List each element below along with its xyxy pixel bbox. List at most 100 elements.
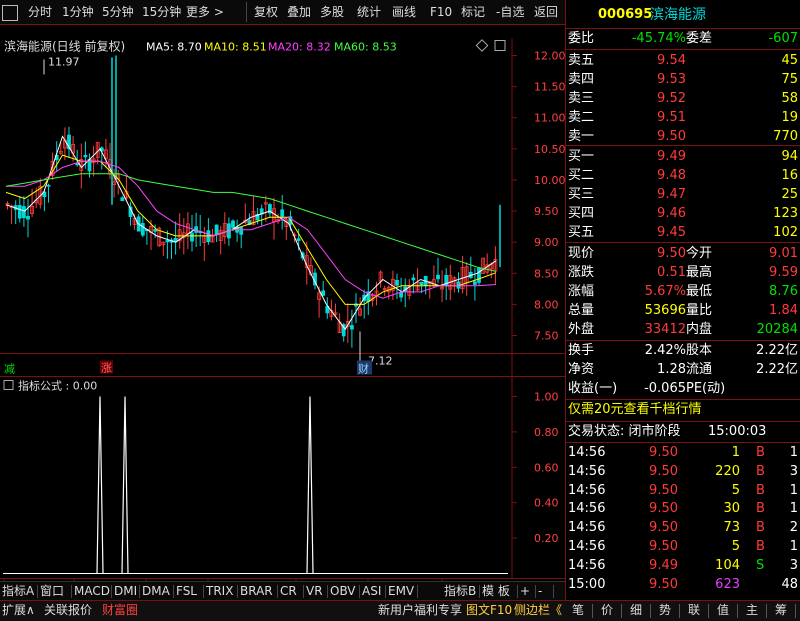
bottom-mid-link[interactable]: 图文F10 [466, 602, 512, 619]
tick-price: 9.50 [649, 539, 678, 554]
tick-price: 9.50 [649, 445, 678, 460]
indicator-tab[interactable]: 窗口 [40, 583, 64, 600]
candle-body [83, 154, 88, 158]
candle-body [120, 197, 125, 202]
duogu-button[interactable]: 多股 [320, 3, 344, 21]
stat-value: 2.22亿 [756, 362, 798, 377]
ma10-label: MA10: 8.51 [204, 41, 267, 54]
indicator-settings-icon[interactable] [3, 380, 14, 390]
tick-price: 9.50 [649, 576, 678, 592]
indicator-tab[interactable]: 指标A [2, 583, 34, 600]
bottom-left-tab[interactable]: 扩展∧ [2, 602, 35, 619]
sell-level-label: 卖一 [568, 129, 595, 144]
marker-zhang[interactable]: 涨 [101, 362, 112, 375]
settings-box-icon[interactable] [494, 40, 506, 51]
panel-tab[interactable]: 值 [717, 602, 729, 619]
zixuan-button[interactable]: -自选 [496, 3, 524, 21]
bottom-left-tab[interactable]: 关联报价 [44, 602, 92, 619]
y-tick-label: 7.50 [534, 330, 559, 343]
fuquan-button[interactable]: 复权 [254, 3, 278, 21]
tab-15min[interactable]: 15分钟 [142, 3, 181, 21]
panel-tab[interactable]: 主 [746, 602, 758, 619]
sell-volume: 19 [781, 110, 798, 125]
stat-label: 量比 [686, 303, 713, 318]
tick-time: 14:56 [568, 463, 606, 479]
tick-side: B [756, 501, 765, 517]
tongji-button[interactable]: 统计 [357, 3, 381, 21]
candle-body [190, 232, 194, 242]
candle-body [280, 209, 285, 217]
buy-volume: 25 [781, 187, 798, 202]
stat-label: 涨幅 [568, 284, 595, 299]
bottom-mid-link[interactable]: 侧边栏《 [514, 602, 562, 619]
tick-volume: 5 [731, 482, 740, 498]
tick-time: 14:56 [568, 501, 606, 517]
indicator-tab[interactable]: BRAR [240, 583, 273, 600]
stat-label: 现价 [568, 246, 595, 261]
panel-tab[interactable]: 价 [601, 602, 613, 619]
panel-tab[interactable]: 细 [630, 602, 642, 619]
indicator-tick-label: 1.00 [534, 391, 559, 404]
tab-5min[interactable]: 5分钟 [102, 3, 134, 21]
stat-label: 净资 [568, 362, 595, 377]
diamond-icon[interactable] [475, 39, 489, 52]
tick-volume: 220 [715, 463, 740, 479]
tab-fenshi[interactable]: 分时 [28, 3, 52, 21]
indicator-tab[interactable]: CR [280, 583, 297, 600]
tick-count: 1 [789, 445, 798, 460]
panel-tab[interactable]: 筹 [775, 602, 787, 619]
tab-more[interactable]: 更多 > [186, 3, 224, 21]
indicator-tab[interactable]: + [520, 583, 530, 600]
stat-label: 收益(一) [568, 381, 618, 396]
back-button[interactable]: 返回 [534, 3, 558, 21]
biaoji-button[interactable]: 标记 [461, 3, 485, 21]
tick-count: 1 [789, 482, 798, 498]
y-tick-label: 8.00 [534, 298, 559, 311]
indicator-tab[interactable]: ASI [362, 583, 381, 600]
stat-value: 9.59 [769, 265, 798, 280]
indicator-tab[interactable]: VR [306, 583, 323, 600]
tick-price: 9.50 [649, 501, 678, 517]
panel-tab[interactable]: 势 [659, 602, 671, 619]
indicator-tab[interactable]: - [538, 583, 542, 600]
indicator-tab[interactable]: DMI [114, 583, 137, 600]
y-tick-label: 11.00 [534, 112, 565, 125]
candle-body [472, 281, 477, 285]
promo-link[interactable]: 仅需20元查看千档行情 [568, 401, 702, 419]
indicator-peak [121, 396, 129, 574]
candle-body [321, 290, 326, 296]
kline-chart[interactable]: 12.00 11.50 11.00 10.50 10.00 9.50 9.00 8.50 8.0… [0, 25, 565, 608]
diejia-button[interactable]: 叠加 [287, 3, 311, 21]
indicator-tab[interactable]: 指标B [444, 583, 476, 600]
candle-body [214, 224, 219, 236]
indicator-tab[interactable]: TRIX [206, 583, 233, 600]
indicator-tab[interactable]: DMA [142, 583, 170, 600]
candle-body [419, 281, 424, 286]
bottom-left-tab[interactable]: 财富圈 [102, 602, 138, 619]
indicator-tick-label: 0.80 [534, 426, 559, 439]
checkbox-icon[interactable] [2, 5, 18, 21]
ma60-label: MA60: 8.53 [334, 41, 397, 54]
candle-body [46, 184, 51, 187]
marker-jian[interactable]: 减 [4, 363, 15, 376]
indicator-tab[interactable]: FSL [176, 583, 197, 600]
marker-cai[interactable]: 财 [358, 362, 369, 376]
candle-body [296, 238, 301, 241]
bottom-mid-link[interactable]: 新用户福利专享 [378, 602, 462, 619]
huaxian-button[interactable]: 画线 [392, 3, 416, 21]
f10-button[interactable]: F10 [430, 3, 452, 21]
panel-tab[interactable]: 笔 [572, 602, 584, 619]
indicator-tab[interactable]: EMV [388, 583, 414, 600]
candlesticks [5, 55, 501, 348]
stock-name: 滨海能源 [650, 7, 706, 23]
buy-level-label: 买四 [568, 206, 595, 221]
stat-label: 换手 [568, 343, 595, 358]
indicator-tab[interactable]: OBV [330, 583, 356, 600]
buy-level-label: 买一 [568, 149, 595, 164]
indicator-tab[interactable]: 模 板 [482, 583, 510, 600]
sell-level-label: 卖五 [568, 53, 595, 68]
tab-1min[interactable]: 1分钟 [62, 3, 94, 21]
chart-title: 滨海能源(日线 前复权) [4, 39, 125, 54]
panel-tab[interactable]: 联 [688, 602, 700, 619]
indicator-tab[interactable]: MACD [74, 583, 110, 600]
